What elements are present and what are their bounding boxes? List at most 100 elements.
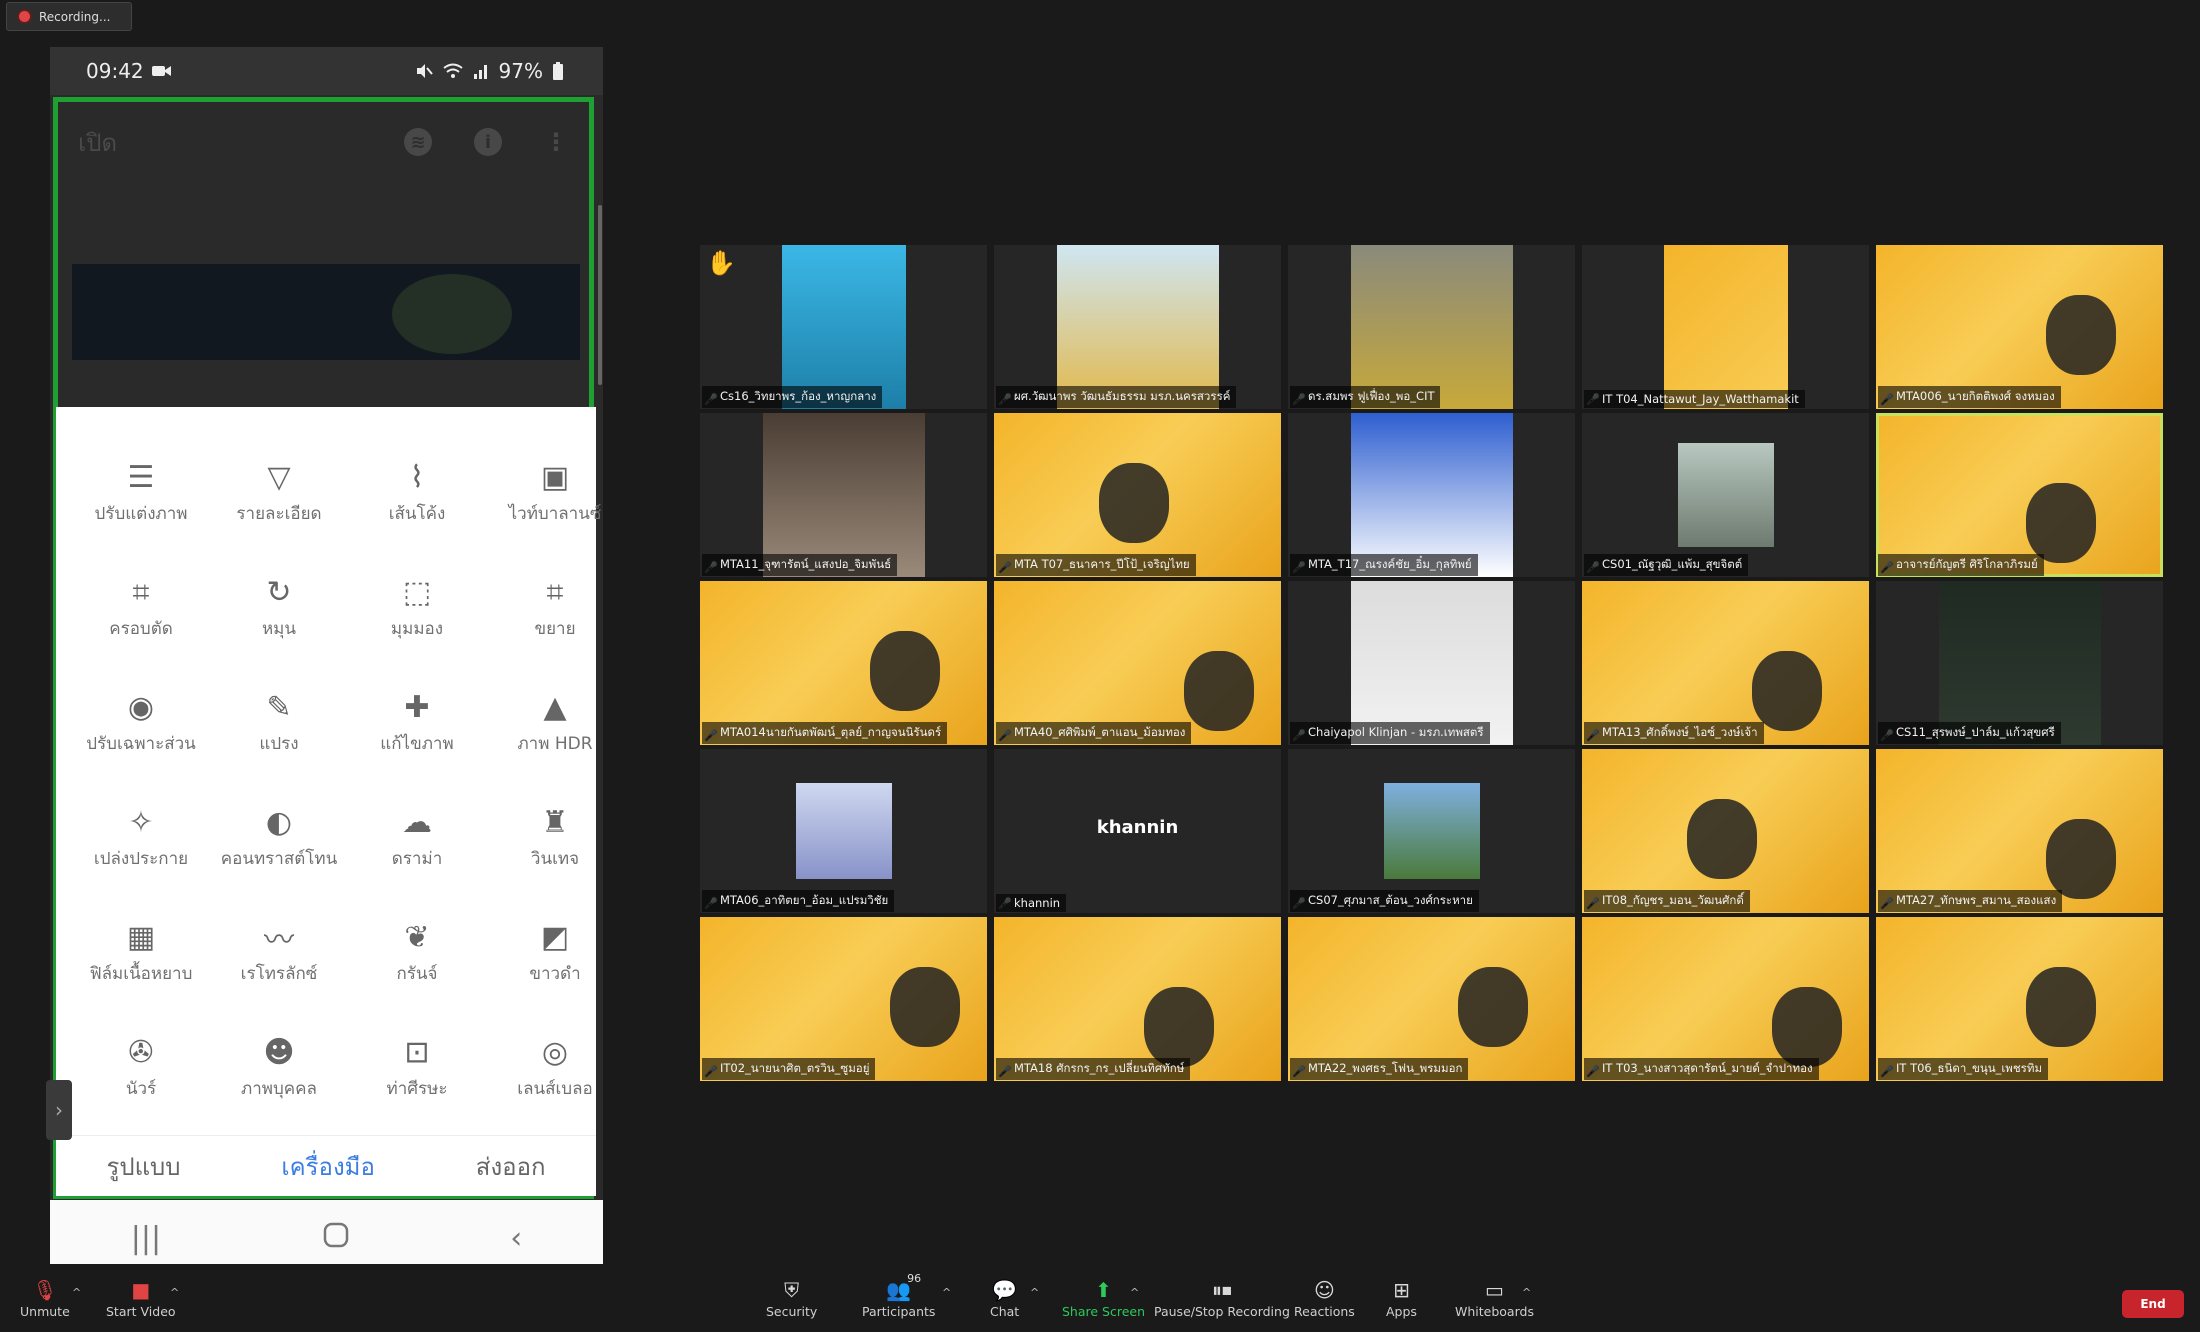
participant-video (1057, 245, 1219, 409)
participant-name: MTA27_ทักษพร_สมาน_สองแสง (1878, 890, 2063, 912)
tool-grainy-film[interactable]: ▦ ฟิล์มเนื้อหยาบ (72, 919, 210, 1034)
tool-glamour-glow[interactable]: ✧ เปล่งประกาย (72, 804, 210, 919)
tool-expand[interactable]: ⌗ ขยาย (486, 574, 624, 689)
participant-tile[interactable]: khannin🎤khannin (994, 749, 1281, 913)
participant-tile[interactable]: 🎤CS11_สุรพงษ์_ปาล์ม_แก้วสุขศรี (1876, 581, 2163, 745)
start-video-label: Start Video (106, 1304, 176, 1319)
tool-vintage-lamp[interactable]: ♜ วินเทจ (486, 804, 624, 919)
participant-tile[interactable]: 🎤IT08_กัญชร_มอน_วัฒนศักดิ์ (1582, 749, 1869, 913)
participant-tile[interactable]: 🎤MTA006_นายกิตติพงศ์ จงหมอง (1876, 245, 2163, 409)
participant-video (1678, 443, 1774, 547)
side-panel-handle[interactable]: › (46, 1080, 72, 1140)
open-button[interactable]: เปิด (78, 123, 117, 162)
security-button[interactable]: ⛨ Security (766, 1276, 817, 1319)
tab-export[interactable]: ส่งออก (476, 1147, 546, 1186)
apps-label: Apps (1386, 1304, 1417, 1319)
home-icon[interactable] (323, 1221, 349, 1256)
grunge-icon: ❦ (404, 919, 430, 955)
tool-label: คอนทราสต์โทน (220, 849, 338, 869)
end-meeting-button[interactable]: End (2122, 1290, 2184, 1318)
scrollbar-thumb[interactable] (598, 205, 602, 385)
tool-drama-cloud[interactable]: ☁ ดราม่า (348, 804, 486, 919)
tool-noir-reel[interactable]: ✇ นัวร์ (72, 1034, 210, 1149)
tool-curves[interactable]: ⌇ เส้นโค้ง (348, 459, 486, 574)
participant-video (1939, 581, 2101, 745)
start-video-button[interactable]: ■ Start Video (106, 1276, 176, 1319)
tool-label: มุมมอง (390, 619, 444, 639)
recent-apps-icon[interactable]: ||| (131, 1221, 161, 1256)
tool-healing[interactable]: ✚ แก้ไขภาพ (348, 689, 486, 804)
apps-button[interactable]: ⊞ Apps (1386, 1276, 1417, 1319)
tool-tune-sliders[interactable]: ☰ ปรับแต่งภาพ (72, 459, 210, 574)
participant-tile[interactable]: 🎤MTA22_พงศธร_โฟน_พรมมอก (1288, 917, 1575, 1081)
tab-tools[interactable]: เครื่องมือ (281, 1147, 375, 1186)
participant-tile[interactable]: 🎤อาจารย์กัญตรี ศิริโกลาภิรมย์ (1876, 413, 2163, 577)
participant-tile[interactable]: 🎤MTA18 ศักรกร_กร_เปลี่ยนทิศทักษ์ (994, 917, 1281, 1081)
participant-video (1099, 463, 1169, 543)
participant-tile[interactable]: 🎤CS01_ณัฐวุฒิ_แพ้ม_สุขจิตต์ (1582, 413, 1869, 577)
layers-icon[interactable]: ≋ (404, 128, 432, 156)
video-camera-icon (151, 66, 171, 76)
participant-tile[interactable]: 🎤MTA014นายกันตพัฒน์_ตุลย์_กาญจนนิรันดร์ (700, 581, 987, 745)
tool-rotate[interactable]: ↻ หมุน (210, 574, 348, 689)
tool-label: แปรง (259, 734, 299, 754)
tool-white-balance[interactable]: ▣ ไวท์บาลานซ์ (486, 459, 624, 574)
tool-grunge[interactable]: ❦ กรันจ์ (348, 919, 486, 1034)
unmute-button[interactable]: 🎙 Unmute (20, 1276, 70, 1319)
editor-top-bar: เปิด ≋ i ⋮ (58, 107, 588, 177)
participant-tile[interactable]: 🎤Chaiyapol Klinjan - มรภ.เทพสตรี (1288, 581, 1575, 745)
tool-hdr-mountain[interactable]: ▲ ภาพ HDR (486, 689, 624, 804)
participant-tile[interactable]: 🎤IT02_นายนาศิต_ตรวิน_ซูมอยู่ (700, 917, 987, 1081)
participant-tile[interactable]: 🎤MTA T07_ธนาคาร_ปีโป้_เจริญไทย (994, 413, 1281, 577)
participant-name: ดร.สมพร ฟูเฟื่อง_พอ_CIT (1290, 386, 1441, 408)
reactions-button[interactable]: ☺ Reactions (1294, 1276, 1355, 1319)
unmute-label: Unmute (20, 1304, 70, 1319)
chat-caret[interactable]: ^ (1030, 1286, 1039, 1299)
tab-styles[interactable]: รูปแบบ (106, 1147, 180, 1186)
participant-tile[interactable]: 🎤MTA13_ศักดิ์พงษ์_ไอซ์_วงษ์เจ้า (1582, 581, 1869, 745)
participant-name: MTA22_พงศธร_โฟน_พรมมอก (1290, 1058, 1469, 1080)
tool-crop[interactable]: ⌗ ครอบตัด (72, 574, 210, 689)
whiteboards-caret[interactable]: ^ (1522, 1286, 1531, 1299)
share-caret[interactable]: ^ (1130, 1286, 1139, 1299)
tool-tonal-contrast[interactable]: ◐ คอนทราสต์โทน (210, 804, 348, 919)
participant-tile[interactable]: 🎤ผศ.วัฒนาพร วัฒนธัมธรรม มรภ.นครสวรรค์ (994, 245, 1281, 409)
participant-tile[interactable]: 🎤MTA_T17_ณรงค์ชัย_อิ๋ม_กุลทิพย์ (1288, 413, 1575, 577)
participant-name: Cs16_วิทยาพร_ก้อง_หาญกลาง (702, 386, 883, 408)
participant-tile[interactable]: 🎤IT T03_นางสาวสุดารัตน์_มายด์_จำปาทอง (1582, 917, 1869, 1081)
tool-head-pose[interactable]: ⊡ ท่าศีรษะ (348, 1034, 486, 1149)
tool-brush[interactable]: ✎ แปรง (210, 689, 348, 804)
tool-perspective[interactable]: ⬚ มุมมอง (348, 574, 486, 689)
participant-tile[interactable]: 🎤IT T04_Nattawut_Jay_Watthamakit (1582, 245, 1869, 409)
participant-name: ผศ.วัฒนาพร วัฒนธัมธรรม มรภ.นครสวรรค์ (996, 386, 1237, 408)
participant-name: IT T03_นางสาวสุดารัตน์_มายด์_จำปาทอง (1584, 1058, 1819, 1080)
video-options-caret[interactable]: ^ (170, 1286, 179, 1299)
participants-caret[interactable]: ^ (942, 1286, 951, 1299)
tool-label: ภาพบุคคล (241, 1079, 317, 1099)
back-icon[interactable]: ‹ (510, 1221, 522, 1256)
participant-tile[interactable]: 🎤MTA11_จุฑารัตน์_แสงปอ_จิมพันธ์ (700, 413, 987, 577)
participants-button[interactable]: 👥 96 Participants (862, 1272, 935, 1319)
tool-portrait-face[interactable]: ☻ ภาพบุคคล (210, 1034, 348, 1149)
participant-tile[interactable]: 🎤MTA27_ทักษพร_สมาน_สองแสง (1876, 749, 2163, 913)
audio-options-caret[interactable]: ^ (72, 1286, 81, 1299)
tool-selective[interactable]: ◉ ปรับเฉพาะส่วน (72, 689, 210, 804)
participant-tile[interactable]: 🎤ดร.สมพร ฟูเฟื่อง_พอ_CIT (1288, 245, 1575, 409)
info-icon[interactable]: i (474, 128, 502, 156)
participant-tile[interactable]: 🎤CS07_ศุภมาส_ต้อน_วงศ์กระหาย (1288, 749, 1575, 913)
tool-label: วินเทจ (530, 849, 580, 869)
chat-button[interactable]: 💬 Chat (990, 1276, 1019, 1319)
pause-stop-recording-button[interactable]: ⏸⏹ Pause/Stop Recording (1154, 1276, 1290, 1319)
participant-video (1351, 413, 1513, 577)
tool-black-white[interactable]: ◩ ขาวดำ (486, 919, 624, 1034)
curves-icon: ⌇ (409, 459, 425, 495)
tool-details-triangle[interactable]: ▽ รายละเอียด (210, 459, 348, 574)
participant-tile[interactable]: 🎤IT T06_ธนิดา_ขนุน_เพชรทิม (1876, 917, 2163, 1081)
more-options-icon[interactable]: ⋮ (544, 128, 568, 156)
participant-tile[interactable]: 🎤MTA40_ศศิพิมพ์_ตาแอน_ม้อมทอง (994, 581, 1281, 745)
tool-label: ขาวดำ (529, 964, 581, 984)
tool-lens-blur[interactable]: ◎ เลนส์เบลอ (486, 1034, 624, 1149)
participant-tile[interactable]: ✋🎤Cs16_วิทยาพร_ก้อง_หาญกลาง (700, 245, 987, 409)
tool-retrolux-mustache[interactable]: 〰 เรโทรลักซ์ (210, 919, 348, 1034)
participant-tile[interactable]: 🎤MTA06_อาทิตยา_อ้อม_แปรมวิชัย (700, 749, 987, 913)
